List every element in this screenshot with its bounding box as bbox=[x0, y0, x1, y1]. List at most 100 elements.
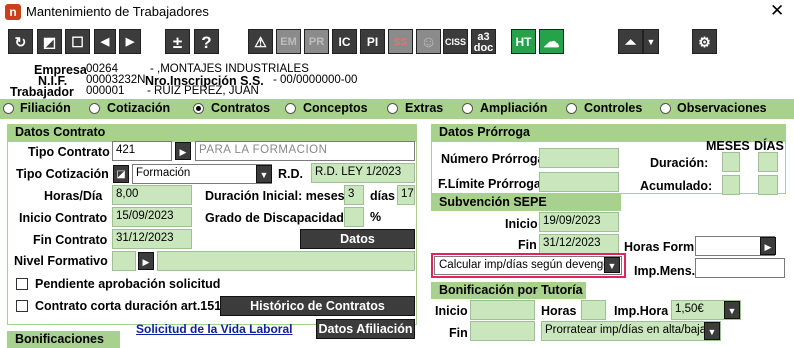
plusminus-icon[interactable]: ± bbox=[165, 29, 190, 54]
tab-filiacion[interactable]: Filiación bbox=[20, 101, 71, 115]
pr-button[interactable]: PR bbox=[304, 29, 329, 54]
trabajador-name: - RUIZ PEREZ, JUAN bbox=[147, 85, 259, 97]
horas-form-picker[interactable]: ▶ bbox=[760, 237, 776, 255]
tab-controles[interactable]: Controles bbox=[584, 101, 642, 115]
tab-extras[interactable]: Extras bbox=[405, 101, 443, 115]
horas-form-label: Horas Form. bbox=[624, 240, 698, 254]
pendiente-label: Pendiente aprobación solicitud bbox=[35, 277, 221, 291]
next-icon[interactable]: ▶ bbox=[119, 29, 141, 54]
up-icon[interactable]: ⏶ bbox=[618, 29, 643, 54]
tipo-cotizacion-label: Tipo Cotización bbox=[16, 167, 109, 181]
alert-icon[interactable]: ⚠ bbox=[248, 29, 273, 54]
tutoria-fin-field[interactable] bbox=[470, 321, 535, 341]
chevron-down-icon[interactable]: ▼ bbox=[604, 257, 620, 273]
rd-value[interactable]: R.D. LEY 1/2023 bbox=[311, 163, 415, 183]
close-icon[interactable]: ✕ bbox=[770, 1, 784, 21]
tipo-cotizacion-select[interactable]: Formación bbox=[132, 164, 272, 184]
rd-label: R.D. bbox=[278, 167, 303, 181]
tab-conceptos-radio[interactable] bbox=[285, 103, 296, 114]
ss-icon[interactable]: SS bbox=[388, 29, 413, 54]
trabajador-code: 000001 bbox=[86, 85, 125, 97]
tab-cotizacion-radio[interactable] bbox=[89, 103, 100, 114]
ciss-button[interactable]: CISS bbox=[443, 29, 468, 54]
pi-button[interactable]: PI bbox=[360, 29, 385, 54]
nivel-formativo-picker[interactable]: ▶ bbox=[138, 252, 154, 270]
tutoria-inicio-field[interactable] bbox=[470, 300, 535, 320]
nivel-formativo-label: Nivel Formativo bbox=[14, 254, 108, 268]
chevron-down-icon[interactable]: ▼ bbox=[643, 29, 659, 54]
chevron-down-icon[interactable]: ▼ bbox=[256, 165, 272, 183]
help-icon[interactable]: ? bbox=[194, 29, 219, 54]
duracion-label: Duración: bbox=[650, 156, 709, 170]
em-button[interactable]: EM bbox=[276, 29, 301, 54]
tab-extras-radio[interactable] bbox=[387, 103, 398, 114]
datos-contratacion-button[interactable]: Datos Contratación bbox=[300, 229, 415, 264]
numero-prorroga-label: Número Prórroga bbox=[441, 152, 545, 166]
edit-icon[interactable]: ◩ bbox=[37, 29, 62, 54]
duracion-dias-field[interactable]: 17 bbox=[397, 185, 415, 205]
duracion-dias-prorroga[interactable] bbox=[758, 152, 778, 172]
limite-prorroga-field[interactable] bbox=[539, 172, 619, 192]
duracion-meses-field[interactable]: 3 bbox=[344, 185, 364, 205]
tab-observaciones[interactable]: Observaciones bbox=[677, 101, 767, 115]
user-icon[interactable]: ☺ bbox=[416, 29, 441, 54]
duracion-inicial-label: Duración Inicial: meses bbox=[205, 189, 345, 203]
tipo-contrato-code[interactable]: 421 bbox=[112, 141, 172, 161]
calc-imp-dias-select[interactable]: Calcular imp/días según devengo bbox=[434, 256, 622, 275]
datos-afiliacion-button[interactable]: Datos Afiliación bbox=[316, 319, 415, 339]
prorratear-select[interactable]: Prorratear imp/días en alta/baja bbox=[541, 321, 721, 341]
subvencion-inicio-field[interactable]: 19/09/2023 bbox=[539, 212, 619, 232]
tutoria-inicio-label: Inicio bbox=[435, 304, 468, 318]
tab-ampliacion-radio[interactable] bbox=[462, 103, 473, 114]
ic-button[interactable]: IC bbox=[332, 29, 357, 54]
subvencion-header: Subvención SEPE bbox=[431, 194, 621, 211]
tab-controles-radio[interactable] bbox=[566, 103, 577, 114]
tipo-contrato-desc: PARA LA FORMACION bbox=[195, 141, 415, 161]
horas-dia-field[interactable]: 8,00 bbox=[112, 185, 192, 205]
discapacidad-field[interactable] bbox=[344, 207, 364, 227]
vida-laboral-link[interactable]: Solicitud de la Vida Laboral bbox=[136, 322, 292, 336]
corta-duracion-label: Contrato corta duración art.151 bbox=[35, 299, 222, 313]
fin-contrato-label: Fin Contrato bbox=[33, 233, 108, 247]
historico-contratos-button[interactable]: Histórico de Contratos bbox=[220, 296, 415, 316]
pendiente-checkbox[interactable] bbox=[16, 278, 28, 290]
discapacidad-unit: % bbox=[370, 210, 382, 224]
chevron-down-icon[interactable]: ▼ bbox=[724, 301, 740, 319]
cloud-upload-icon[interactable]: ☁ bbox=[539, 29, 564, 54]
tab-observaciones-radio[interactable] bbox=[660, 103, 671, 114]
tutoria-fin-label: Fin bbox=[449, 326, 468, 340]
inicio-contrato-field[interactable]: 15/09/2023 bbox=[112, 207, 192, 227]
tutoria-horas-field[interactable] bbox=[581, 300, 606, 320]
chevron-down-icon[interactable]: ▼ bbox=[704, 322, 720, 340]
window-title: Mantenimiento de Trabajadores bbox=[26, 4, 209, 19]
imp-hora-label: Imp.Hora bbox=[614, 304, 669, 318]
tab-contratos[interactable]: Contratos bbox=[211, 101, 270, 115]
tipo-contrato-picker[interactable]: ▶ bbox=[175, 142, 191, 160]
inscripcion-value: - 00/0000000-00 bbox=[273, 74, 358, 86]
acumulado-meses[interactable] bbox=[722, 175, 740, 195]
bonificaciones-header: Bonificaciones bbox=[7, 331, 120, 348]
imp-mens-field[interactable] bbox=[695, 258, 785, 278]
tab-contratos-radio[interactable] bbox=[193, 103, 204, 114]
refresh-icon[interactable]: ↻ bbox=[8, 29, 33, 54]
nivel-formativo-code[interactable] bbox=[112, 251, 136, 271]
horas-dia-label: Horas/Día bbox=[44, 189, 103, 203]
corta-duracion-checkbox[interactable] bbox=[16, 300, 28, 312]
tab-ampliacion[interactable]: Ampliación bbox=[480, 101, 547, 115]
subvencion-inicio-label: Inicio bbox=[505, 217, 538, 231]
edit-icon[interactable]: ◪ bbox=[113, 165, 129, 183]
fin-contrato-field[interactable]: 31/12/2023 bbox=[112, 229, 192, 249]
new-record-icon[interactable]: ☐ bbox=[65, 29, 90, 54]
prev-icon[interactable]: ◀ bbox=[94, 29, 116, 54]
settings-icon[interactable]: ⚙ bbox=[692, 29, 717, 54]
a3doc-button[interactable]: a3 doc bbox=[471, 29, 496, 54]
tab-filiacion-radio[interactable] bbox=[3, 103, 14, 114]
ht-button[interactable]: HT bbox=[511, 29, 536, 54]
acumulado-dias[interactable] bbox=[758, 175, 778, 195]
nivel-formativo-desc bbox=[157, 251, 415, 271]
numero-prorroga-field[interactable] bbox=[539, 148, 619, 168]
duracion-meses-prorroga[interactable] bbox=[722, 152, 740, 172]
tab-conceptos[interactable]: Conceptos bbox=[303, 101, 368, 115]
subvencion-fin-field[interactable]: 31/12/2023 bbox=[539, 234, 619, 254]
tab-cotizacion[interactable]: Cotización bbox=[107, 101, 170, 115]
